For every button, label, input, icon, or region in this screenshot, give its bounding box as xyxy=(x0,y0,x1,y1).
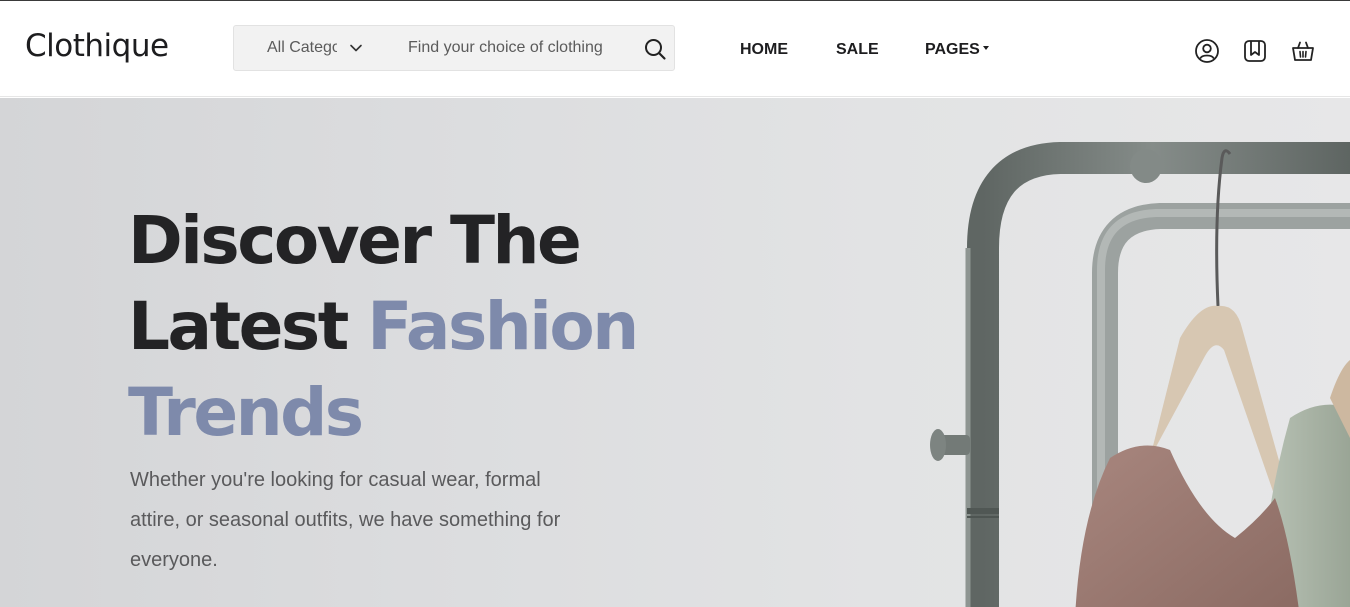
basket-icon[interactable] xyxy=(1290,38,1316,64)
nav-pages[interactable]: PAGES xyxy=(925,41,989,59)
headline-line-2: Latest Fashion xyxy=(128,284,688,370)
bookmark-icon[interactable] xyxy=(1242,38,1268,64)
category-selected: All Categories xyxy=(267,39,337,56)
hero-headline: Discover The Latest Fashion Trends xyxy=(128,198,688,456)
hero-subtext: Whether you're looking for casual wear, … xyxy=(130,469,561,571)
caret-down-icon xyxy=(982,46,989,51)
brand-logo[interactable]: Clothique xyxy=(25,28,169,64)
hero-banner: Discover The Latest Fashion Trends Wheth… xyxy=(0,98,1350,607)
search-icon[interactable] xyxy=(643,37,667,61)
headline-word-fashion: Fashion xyxy=(367,288,639,365)
user-icon[interactable] xyxy=(1194,38,1220,64)
headline-word-discover: Discover xyxy=(128,202,432,279)
headline-word-latest: Latest xyxy=(128,288,368,365)
chevron-down-icon xyxy=(350,44,362,52)
nav-home[interactable]: HOME xyxy=(740,41,788,59)
headline-line-1: Discover The xyxy=(128,198,688,284)
nav-sale[interactable]: SALE xyxy=(836,41,879,59)
search-bar: All Categories xyxy=(233,25,675,71)
search-input[interactable] xyxy=(408,26,616,70)
nav-pages-label: PAGES xyxy=(925,41,980,58)
site-header: Clothique All Categories HOME SALE PAGES xyxy=(0,1,1350,97)
category-dropdown[interactable]: All Categories xyxy=(267,26,363,70)
headline-word-the: The xyxy=(429,202,582,279)
headline-word-trends: Trends xyxy=(128,374,364,451)
